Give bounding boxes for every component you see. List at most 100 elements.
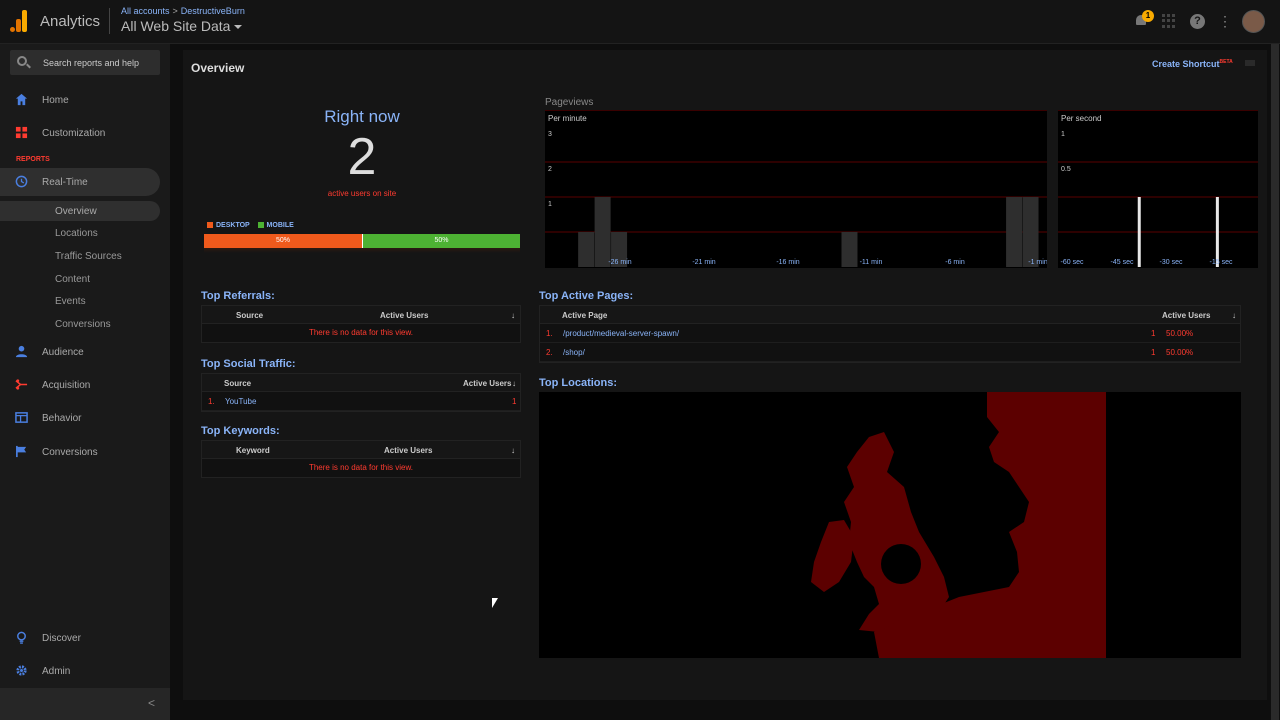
sidebar-item-acquisition[interactable]: Acquisition (0, 371, 170, 399)
table-row[interactable]: 1. YouTube 1 (202, 392, 520, 411)
right-now-panel: Right now 2 active users on site (203, 107, 521, 198)
scrollbar-thumb[interactable] (1271, 44, 1279, 720)
help-icon[interactable]: ? (1190, 14, 1205, 29)
sidebar-collapse-button[interactable]: < (0, 688, 170, 720)
sidebar-label-discover: Discover (42, 633, 81, 644)
x-tick-label: -21 min (692, 259, 715, 266)
search-placeholder: Search reports and help (43, 58, 140, 68)
location-marker[interactable] (881, 544, 921, 584)
data-bar (594, 197, 611, 267)
col-active-page[interactable]: Active Page (562, 311, 607, 320)
lightbulb-icon (17, 631, 26, 644)
chevron-left-icon: < (147, 696, 155, 710)
breadcrumb-separator: > (172, 6, 178, 16)
sort-down-icon[interactable]: ↓ (511, 446, 515, 455)
sidebar-sub-conversions[interactable]: Conversions (0, 314, 160, 334)
acquisition-icon (15, 379, 28, 390)
row-source-link[interactable]: YouTube (225, 397, 256, 406)
table-row[interactable]: 1. /product/medieval-server-spawn/ 1 50.… (540, 324, 1240, 343)
top-locations-title: Top Locations: (539, 377, 618, 389)
data-bar (1137, 197, 1141, 267)
main-content: Overview Create ShortcutBETA Right now 2… (183, 50, 1267, 700)
col-active-users[interactable]: Active Users (1162, 311, 1210, 320)
sidebar-item-home[interactable]: Home (0, 86, 170, 114)
data-bar (841, 232, 858, 267)
legend-mobile: MOBILE (266, 222, 294, 229)
col-source[interactable]: Source (236, 311, 263, 320)
row-rank: 2. (546, 348, 553, 357)
clock-icon (15, 175, 28, 188)
analytics-logo-icon[interactable] (10, 10, 28, 32)
sidebar-item-realtime[interactable]: Real-Time (0, 168, 160, 196)
table-row[interactable]: 2. /shop/ 1 50.00% (540, 343, 1240, 362)
col-keyword[interactable]: Keyword (236, 446, 270, 455)
beta-badge: BETA (1219, 59, 1233, 65)
breadcrumb-account[interactable]: DestructiveBurn (181, 6, 245, 16)
col-active-users[interactable]: Active Users (463, 379, 511, 388)
sidebar: Search reports and help Home Customizati… (0, 44, 170, 720)
top-keywords-table: Keyword Active Users ↓ There is no data … (201, 440, 521, 478)
sidebar-sub-overview[interactable]: Overview (0, 201, 160, 221)
sidebar-label-home: Home (42, 95, 69, 106)
sidebar-item-conversions[interactable]: Conversions (0, 438, 170, 466)
more-vert-icon[interactable]: ⋮ (1218, 14, 1232, 28)
sidebar-sub-traffic-sources[interactable]: Traffic Sources (0, 246, 160, 266)
avatar[interactable] (1242, 10, 1265, 33)
person-icon (15, 345, 28, 358)
view-selector[interactable]: All Web Site Data (121, 18, 243, 34)
col-source[interactable]: Source (224, 379, 251, 388)
col-active-users[interactable]: Active Users (384, 446, 432, 455)
search-input[interactable]: Search reports and help (10, 50, 160, 75)
breadcrumb-all-accounts[interactable]: All accounts (121, 6, 170, 16)
sidebar-sub-label: Conversions (55, 319, 111, 330)
y-tick-label: 2 (548, 166, 552, 173)
sidebar-item-discover[interactable]: Discover (0, 624, 170, 652)
row-page-link[interactable]: /product/medieval-server-spawn/ (563, 329, 679, 338)
top-referrals-title: Top Referrals: (201, 290, 275, 302)
sidebar-label-conversions: Conversions (42, 447, 98, 458)
x-tick-label: -6 min (945, 259, 965, 266)
sort-down-icon[interactable]: ↓ (511, 311, 515, 320)
sidebar-sub-locations[interactable]: Locations (0, 223, 160, 243)
uk-map-svg (539, 392, 1241, 658)
legend-desktop: DESKTOP (216, 222, 250, 229)
y-tick-label: 1 (1061, 131, 1065, 138)
x-tick-label: -26 min (608, 259, 631, 266)
top-social-title: Top Social Traffic: (201, 358, 296, 370)
notification-badge: 1 (1142, 10, 1154, 22)
sort-down-icon[interactable]: ↓ (512, 379, 516, 388)
y-tick-label: 1 (548, 201, 552, 208)
shortcut-toggle-icon[interactable] (1245, 60, 1255, 66)
sort-down-icon[interactable]: ↓ (1232, 311, 1236, 320)
row-rank: 1. (546, 329, 553, 338)
header-divider (109, 8, 110, 34)
sidebar-item-customization[interactable]: Customization (0, 119, 170, 147)
per-second-svg: 0.511.5-60 sec-45 sec-30 sec-15 sec (1058, 131, 1258, 267)
apps-grid-icon[interactable] (1162, 14, 1176, 28)
top-pages-table: Active Page Active Users ↓ 1. /product/m… (539, 305, 1241, 363)
app-name: Analytics (40, 13, 101, 30)
sidebar-label-admin: Admin (42, 666, 71, 677)
locations-map[interactable] (539, 392, 1241, 658)
sidebar-item-behavior[interactable]: Behavior (0, 404, 170, 432)
per-minute-chart: Per minute 1 2 3 -26 min -21 min -16 min -11 m… (545, 110, 1047, 268)
page-scrollbar[interactable] (1270, 44, 1280, 720)
col-active-users[interactable]: Active Users (380, 311, 428, 320)
split-bar-shadow (204, 248, 520, 253)
mobile-swatch (257, 222, 264, 229)
row-page-link[interactable]: /shop/ (563, 348, 585, 357)
sidebar-label-customization: Customization (42, 128, 106, 139)
row-percent: 50.00% (1166, 329, 1194, 338)
x-tick-label: -60 sec (1061, 259, 1084, 266)
x-tick-label: -30 sec (1160, 259, 1183, 266)
sidebar-sub-content[interactable]: Content (0, 269, 160, 289)
row-users: 1 (512, 397, 517, 406)
create-shortcut-link[interactable]: Create ShortcutBETA (1152, 59, 1233, 69)
caret-down-icon (234, 25, 243, 30)
sidebar-item-admin[interactable]: Admin (0, 657, 170, 685)
reports-section-header: REPORTS (16, 156, 50, 163)
create-shortcut-label: Create Shortcut (1152, 59, 1220, 69)
y-tick-label: 0.5 (1061, 166, 1071, 173)
sidebar-sub-events[interactable]: Events (0, 291, 160, 311)
sidebar-item-audience[interactable]: Audience (0, 338, 170, 366)
